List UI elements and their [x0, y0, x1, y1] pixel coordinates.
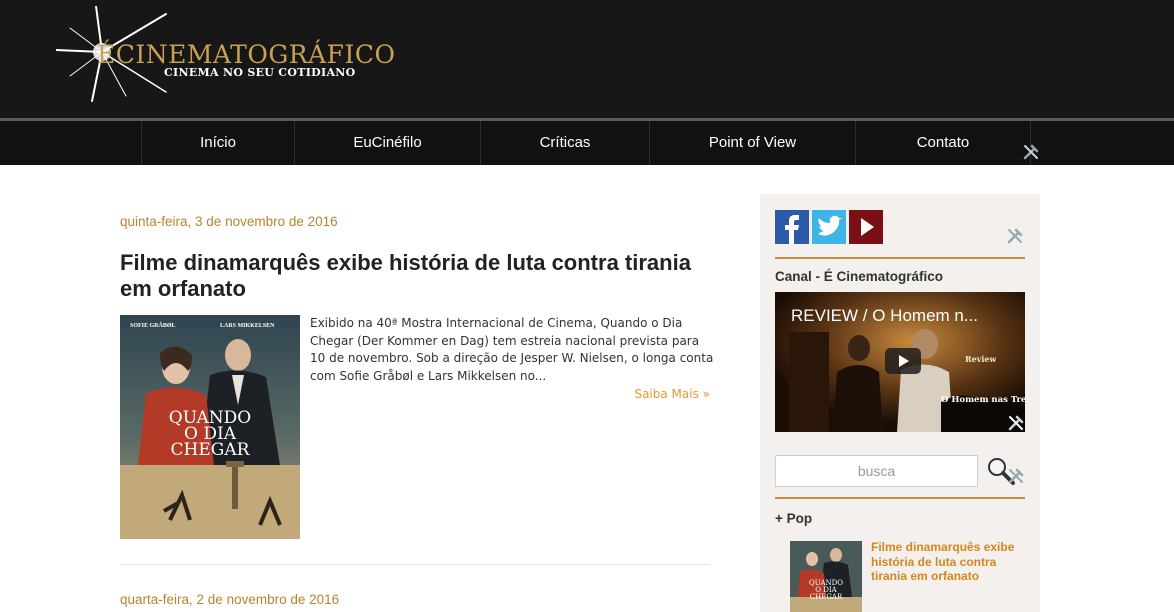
read-more-link[interactable]: Saiba Mais »	[600, 387, 710, 401]
video-caption: O Homem nas Trevas	[941, 395, 1025, 405]
sidebar-divider	[775, 257, 1025, 259]
video-title[interactable]: REVIEW / O Homem n...	[791, 306, 978, 326]
post-poster-image[interactable]: SOFIE GRÅBØL LARS MIKKELSEN QUANDO O DIA…	[120, 315, 300, 539]
edit-tools-icon[interactable]	[1006, 227, 1024, 245]
popular-heading: + Pop	[775, 511, 813, 526]
edit-tools-icon[interactable]	[1007, 414, 1025, 432]
video-review-tag: Review	[965, 354, 997, 364]
logo-title: ÉCINEMATOGRÁFICO	[97, 40, 396, 69]
post-excerpt: Exibido na 40ª Mostra Internacional de C…	[310, 316, 714, 383]
logo-tagline: CINEMA NO SEU COTIDIANO	[164, 66, 356, 79]
post-date: quinta-feira, 3 de novembro de 2016	[120, 214, 338, 229]
search-input[interactable]	[775, 455, 978, 487]
twitter-icon[interactable]	[812, 210, 846, 244]
poster-actor-left: SOFIE GRÅBØL	[130, 321, 176, 329]
post-title[interactable]: Filme dinamarquês exibe história de luta…	[120, 250, 720, 302]
site-header: ÉCINEMATOGRÁFICO CINEMA NO SEU COTIDIANO	[0, 0, 1174, 118]
nav-item-criticas[interactable]: Críticas	[481, 121, 649, 165]
post-date: quarta-feira, 2 de novembro de 2016	[120, 592, 340, 607]
sidebar-divider	[775, 497, 1025, 499]
youtube-icon[interactable]	[849, 210, 883, 244]
poster-title-line3: CHEGAR	[171, 440, 251, 460]
post-divider	[120, 564, 710, 565]
edit-tools-icon[interactable]	[1022, 143, 1040, 161]
facebook-icon[interactable]	[775, 210, 809, 244]
nav-item-contato[interactable]: Contato	[856, 121, 1030, 165]
poster-actor-right: LARS MIKKELSEN	[220, 323, 275, 329]
play-button[interactable]	[885, 348, 921, 374]
popular-post-title[interactable]: Filme dinamarquês exibe história de luta…	[871, 540, 1031, 584]
edit-tools-icon[interactable]	[1007, 467, 1025, 485]
video-player[interactable]: REVIEW / O Homem n... Review O Homem nas…	[775, 292, 1025, 432]
nav-item-point-of-view[interactable]: Point of View	[650, 121, 855, 165]
channel-heading: Canal - É Cinematográfico	[775, 269, 944, 284]
nav-item-inicio[interactable]: Início	[142, 121, 294, 165]
nav-item-eucinefilo[interactable]: EuCinéfilo	[295, 121, 480, 165]
popular-post-thumbnail[interactable]: QUANDO O DIA CHEGAR	[790, 541, 862, 612]
site-logo[interactable]: ÉCINEMATOGRÁFICO CINEMA NO SEU COTIDIANO	[56, 6, 395, 102]
thumbnail-title-line3: CHEGAR	[810, 593, 843, 601]
main-nav: Início EuCinéfilo Críticas Point of View…	[0, 121, 1174, 165]
